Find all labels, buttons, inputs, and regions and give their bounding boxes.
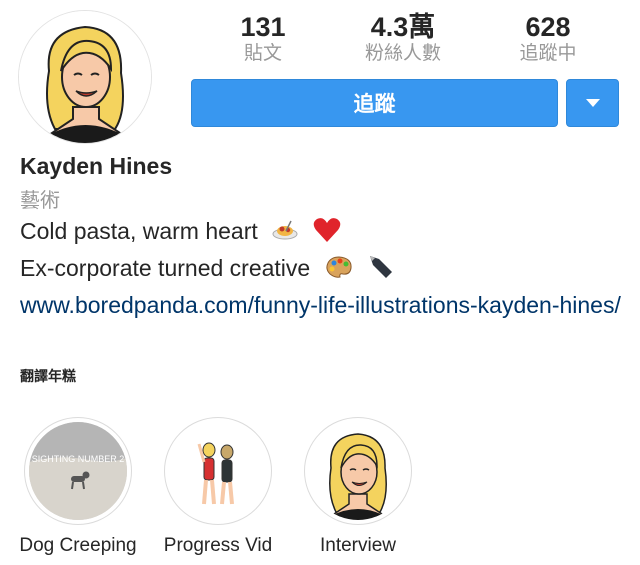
bio-line-1: Cold pasta, warm heart [20, 217, 341, 249]
bio-line-1-text: Cold pasta, warm heart [20, 218, 258, 245]
spaghetti-emoji [272, 219, 298, 247]
bio-line-2: Ex-corporate turned creative [20, 253, 395, 287]
highlight-thumbnail [169, 422, 267, 520]
posts-count: 131 [240, 12, 286, 42]
story-highlight-dog-creeping[interactable]: SIGHTING NUMBER 2 Dog Creeping [0, 417, 158, 557]
highlight-label: Interview [319, 535, 397, 556]
pen-nib-emoji [367, 253, 395, 287]
followers-count: 4.3萬 [370, 12, 436, 42]
highlight-overlay-text: SIGHTING NUMBER 2 [32, 454, 125, 464]
suggestions-dropdown-button[interactable] [566, 79, 619, 127]
highlight-ring [304, 417, 412, 525]
highlight-ring [164, 417, 272, 525]
followers-stat[interactable]: 4.3萬 粉絲人數 [348, 12, 458, 64]
story-highlight-progress-vid[interactable]: Progress Vid [138, 417, 298, 557]
highlight-ring: SIGHTING NUMBER 2 [24, 417, 132, 525]
follow-button-label: 追蹤 [353, 92, 396, 116]
dropdown-caret-icon [585, 99, 600, 107]
heart-emoji [313, 217, 341, 249]
following-count: 628 [525, 12, 571, 42]
following-stat[interactable]: 628 追蹤中 [493, 12, 603, 64]
followers-label: 粉絲人數 [364, 42, 441, 64]
story-highlight-interview[interactable]: Interview [278, 417, 438, 557]
following-label: 追蹤中 [519, 42, 577, 64]
highlight-label: Progress Vid [163, 535, 273, 556]
palette-emoji [325, 255, 353, 285]
avatar-illustration [19, 11, 151, 143]
highlight-label: Dog Creeping [19, 535, 137, 556]
bio-line-2-text: Ex-corporate turned creative [20, 255, 311, 282]
posts-stat[interactable]: 131 貼文 [208, 12, 318, 64]
follow-button[interactable]: 追蹤 [191, 79, 558, 127]
posts-label: 貼文 [243, 42, 282, 64]
highlight-thumbnail: SIGHTING NUMBER 2 [29, 422, 127, 520]
profile-name: Kayden Hines [20, 153, 173, 179]
profile-website-link[interactable]: www.boredpanda.com/funny-life-illustrati… [20, 288, 635, 323]
profile-category: 藝術 [20, 188, 60, 212]
profile-avatar[interactable] [18, 10, 152, 144]
translate-bio-link[interactable]: 翻譯年糕 [20, 366, 76, 386]
highlight-thumbnail [309, 422, 407, 520]
